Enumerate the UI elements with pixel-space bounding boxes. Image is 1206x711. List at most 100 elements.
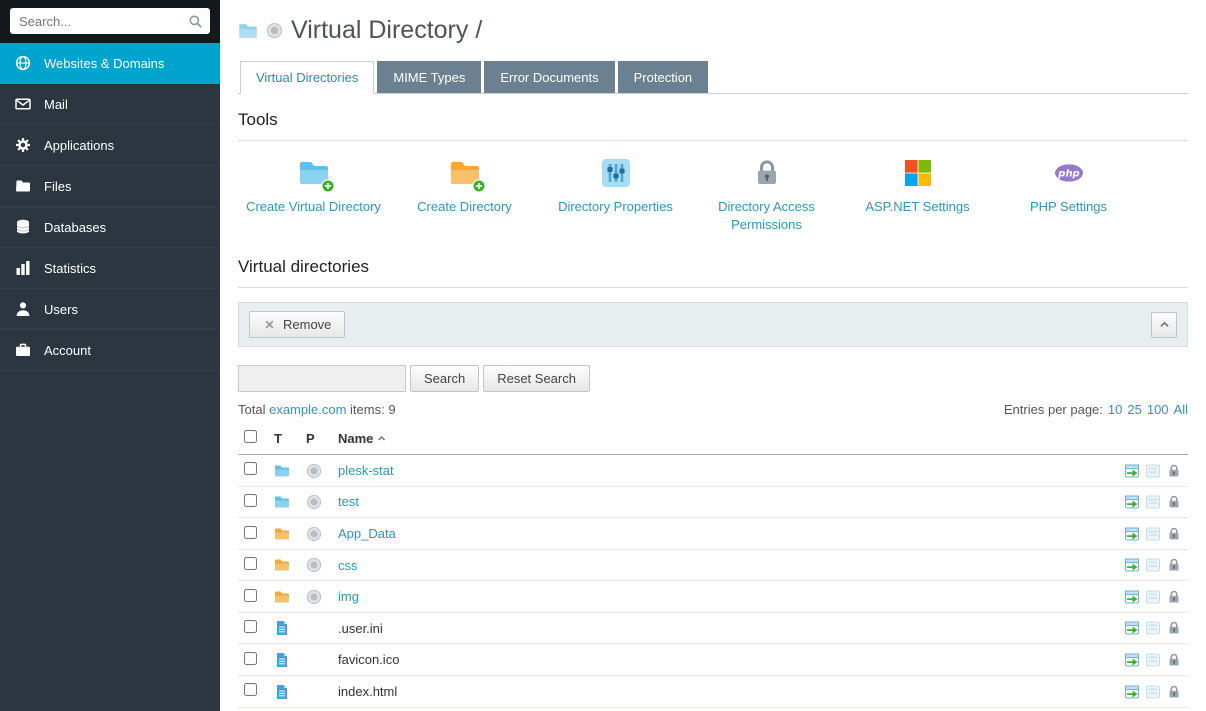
tool-directory-access-permissions-button[interactable]: Directory Access Permissions	[691, 157, 842, 233]
table-row: .user.ini	[238, 612, 1188, 644]
tool-label: Create Virtual Directory	[238, 198, 389, 216]
sidebar-item-applications[interactable]: Applications	[0, 125, 220, 166]
entries-option-10[interactable]: 10	[1108, 402, 1122, 417]
tool-create-directory-button[interactable]: Create Directory	[389, 157, 540, 233]
preview-icon[interactable]	[1145, 462, 1161, 479]
row-name-link[interactable]: img	[338, 589, 359, 604]
tab-virtual-directories[interactable]: Virtual Directories	[240, 61, 374, 94]
folder-icon	[15, 178, 31, 194]
lock-icon[interactable]	[1166, 462, 1182, 479]
column-name-sort[interactable]: Name	[332, 421, 1088, 455]
db-icon	[15, 219, 31, 235]
preview-icon[interactable]	[1145, 525, 1161, 542]
row-checkbox[interactable]	[244, 620, 257, 633]
total-suffix: items: 9	[350, 402, 396, 417]
sidebar: Websites & Domains MailApplicationsFilesD…	[0, 0, 220, 711]
entries-option-all[interactable]: All	[1174, 402, 1188, 417]
domain-link[interactable]: example.com	[269, 402, 346, 417]
vdirs-heading: Virtual directories	[238, 257, 1188, 288]
lock-icon[interactable]	[1166, 651, 1182, 668]
lock-icon[interactable]	[1166, 620, 1182, 637]
search-button[interactable]: Search	[410, 365, 479, 392]
case-icon	[15, 342, 31, 358]
collapse-button[interactable]	[1151, 312, 1177, 338]
lock-icon[interactable]	[1166, 557, 1182, 574]
row-name-link[interactable]: App_Data	[338, 526, 396, 541]
table-row: test	[238, 486, 1188, 518]
column-protection: P	[300, 421, 332, 455]
lock-icon[interactable]	[1166, 588, 1182, 605]
row-checkbox[interactable]	[244, 526, 257, 539]
php-icon	[1052, 157, 1086, 191]
sidebar-item-statistics[interactable]: Statistics	[0, 248, 220, 289]
file-icon	[274, 620, 290, 636]
preview-icon[interactable]	[1145, 683, 1161, 700]
preview-icon[interactable]	[1145, 557, 1161, 574]
sidebar-item-files[interactable]: Files	[0, 166, 220, 207]
folder-orange-icon	[274, 589, 290, 605]
open-in-browser-icon[interactable]	[1124, 557, 1140, 574]
open-in-browser-icon[interactable]	[1124, 620, 1140, 637]
row-checkbox[interactable]	[244, 494, 257, 507]
row-checkbox[interactable]	[244, 683, 257, 696]
tool-asp-net-settings-button[interactable]: ASP.NET Settings	[842, 157, 993, 233]
remove-button[interactable]: Remove	[249, 311, 345, 338]
open-in-browser-icon[interactable]	[1124, 525, 1140, 542]
protection-icon	[306, 494, 322, 510]
search-icon[interactable]	[188, 14, 203, 29]
sidebar-item-label: Websites & Domains	[44, 56, 164, 71]
open-in-browser-icon[interactable]	[1124, 462, 1140, 479]
tools-heading: Tools	[238, 110, 1188, 141]
sidebar-item-label: Account	[44, 343, 91, 358]
search-input[interactable]	[10, 8, 210, 34]
preview-icon[interactable]	[1145, 620, 1161, 637]
main-content: Virtual Directory / Virtual DirectoriesM…	[220, 0, 1206, 711]
reset-search-button[interactable]: Reset Search	[483, 365, 590, 392]
page-title: Virtual Directory /	[291, 16, 482, 45]
select-all-checkbox[interactable]	[244, 430, 257, 443]
list-search-input[interactable]	[238, 365, 406, 392]
tool-label: Directory Access Permissions	[691, 198, 842, 233]
gear-icon	[15, 137, 31, 153]
row-checkbox[interactable]	[244, 652, 257, 665]
open-in-browser-icon[interactable]	[1124, 683, 1140, 700]
sidebar-item-databases[interactable]: Databases	[0, 207, 220, 248]
tool-directory-properties-button[interactable]: Directory Properties	[540, 157, 691, 233]
open-in-browser-icon[interactable]	[1124, 494, 1140, 511]
row-name-link[interactable]: css	[338, 558, 358, 573]
row-name-link[interactable]: test	[338, 494, 359, 509]
vdir-table-body: plesk-stattestApp_Datacssimg.user.inifav…	[238, 455, 1188, 711]
sidebar-item-mail[interactable]: Mail	[0, 84, 220, 125]
preview-icon[interactable]	[1145, 651, 1161, 668]
tab-mime-types[interactable]: MIME Types	[377, 61, 481, 93]
row-checkbox[interactable]	[244, 589, 257, 602]
lock-icon[interactable]	[1166, 683, 1182, 700]
entries-options: 10 25 100 All	[1103, 402, 1188, 417]
tab-error-documents[interactable]: Error Documents	[484, 61, 614, 93]
row-checkbox[interactable]	[244, 557, 257, 570]
sidebar-item-account[interactable]: Account	[0, 330, 220, 371]
preview-icon[interactable]	[1145, 588, 1161, 605]
entries-option-100[interactable]: 100	[1147, 402, 1169, 417]
entries-option-25[interactable]: 25	[1127, 402, 1141, 417]
row-name-link[interactable]: plesk-stat	[338, 463, 394, 478]
table-row: web.config	[238, 707, 1188, 711]
preview-icon[interactable]	[1145, 494, 1161, 511]
tab-protection[interactable]: Protection	[618, 61, 709, 93]
table-row: index.html	[238, 676, 1188, 708]
open-in-browser-icon[interactable]	[1124, 651, 1140, 668]
plesk-app: Websites & DomainsMailApplicationsFilesD…	[0, 0, 1206, 711]
folder-blue-icon	[274, 494, 290, 510]
tool-php-settings-button[interactable]: PHP Settings	[993, 157, 1144, 233]
open-in-browser-icon[interactable]	[1124, 588, 1140, 605]
tools-row: Create Virtual DirectoryCreate Directory…	[238, 157, 1188, 233]
tool-create-virtual-directory-button[interactable]: Create Virtual Directory	[238, 157, 389, 233]
sidebar-item-users[interactable]: Users	[0, 289, 220, 330]
table-row: plesk-stat	[238, 455, 1188, 487]
lock-icon[interactable]	[1166, 525, 1182, 542]
sidebar-item-websites-domains[interactable]: Websites & Domains	[0, 43, 220, 84]
row-checkbox[interactable]	[244, 462, 257, 475]
ms-logo-icon	[901, 157, 935, 191]
lock-icon	[750, 157, 784, 191]
lock-icon[interactable]	[1166, 494, 1182, 511]
